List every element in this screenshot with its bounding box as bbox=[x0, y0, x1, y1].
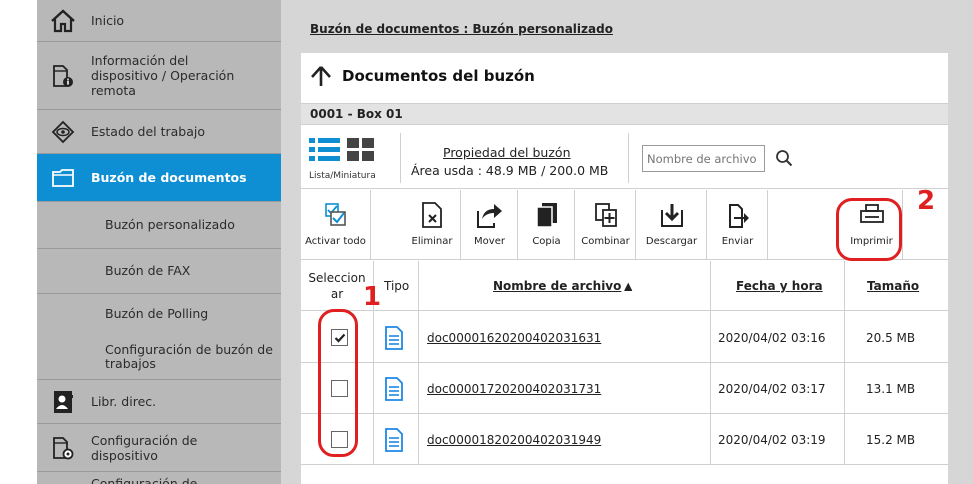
move-label: Mover bbox=[474, 236, 505, 247]
sidebar-subitem-label: Buzón de Polling bbox=[105, 306, 209, 321]
callout-number-1: 1 bbox=[363, 282, 382, 312]
name-column-header[interactable]: Nombre de archivo ▲ bbox=[493, 261, 653, 311]
select-all-button[interactable]: Activar todo bbox=[301, 190, 371, 260]
sidebar-item-device-info[interactable]: Información del dispositivo / Operación … bbox=[37, 42, 281, 110]
callout-number-2: 2 bbox=[917, 186, 936, 216]
document-file-icon bbox=[385, 414, 403, 465]
sidebar-item-label: Buzón de documentos bbox=[91, 170, 247, 185]
home-icon bbox=[50, 8, 76, 34]
device-info-icon bbox=[50, 63, 76, 89]
sidebar-item-device-settings[interactable]: Configuración de dispositivo bbox=[37, 424, 281, 472]
right-margin bbox=[948, 0, 973, 484]
sidebar: Inicio Información del dispositivo / Ope… bbox=[37, 0, 281, 484]
download-label: Descargar bbox=[645, 236, 698, 247]
list-view-icon[interactable] bbox=[307, 135, 377, 169]
view-toggle-label: Lista/Miniatura bbox=[309, 171, 376, 181]
table-row[interactable]: doc00001620200402031631 2020/04/02 03:16… bbox=[301, 312, 948, 363]
sidebar-item-label: Inicio bbox=[91, 13, 125, 28]
table-row[interactable]: doc00001720200402031731 2020/04/02 03:17… bbox=[301, 363, 948, 414]
content-gap bbox=[281, 0, 301, 484]
sidebar-subitem-label: Buzón personalizado bbox=[105, 217, 235, 232]
sidebar-item-home[interactable]: Inicio bbox=[37, 0, 281, 42]
copy-label: Copia bbox=[532, 236, 561, 247]
move-button[interactable]: Mover bbox=[462, 190, 518, 260]
view-toggle[interactable]: Lista/Miniatura bbox=[307, 135, 399, 183]
type-column-header: Tipo bbox=[384, 279, 410, 293]
delete-button[interactable]: Eliminar bbox=[404, 190, 461, 260]
document-file-icon bbox=[385, 363, 403, 414]
checkbox-callout-highlight bbox=[318, 309, 358, 457]
name-column-label: Nombre de archivo bbox=[493, 279, 622, 293]
device-settings-icon bbox=[50, 435, 76, 461]
file-name-link[interactable]: doc00001820200402031949 bbox=[427, 414, 601, 465]
search-icon[interactable] bbox=[773, 147, 795, 169]
select-all-label: Activar todo bbox=[305, 236, 366, 247]
box-info-row: Lista/Miniatura Propiedad del buzón Área… bbox=[301, 125, 948, 189]
page-title: Documentos del buzón bbox=[342, 67, 535, 85]
size-column-header[interactable]: Tamaño bbox=[867, 261, 927, 311]
move-icon bbox=[475, 200, 505, 230]
merge-button[interactable]: Combinar bbox=[576, 190, 636, 260]
copy-button[interactable]: Copia bbox=[519, 190, 575, 260]
divider bbox=[400, 133, 401, 183]
send-icon bbox=[723, 200, 753, 230]
breadcrumb[interactable]: Buzón de documentos : Buzón personalizad… bbox=[310, 22, 613, 36]
sidebar-item-job-status[interactable]: Estado del trabajo bbox=[37, 110, 281, 154]
box-name-bar: 0001 - Box 01 bbox=[301, 103, 948, 125]
area-used-text: Área usda : 48.9 MB / 200.0 MB bbox=[411, 163, 609, 178]
sidebar-item-label: Libr. direc. bbox=[91, 394, 157, 409]
search-input[interactable] bbox=[642, 145, 765, 172]
date-column-header[interactable]: Fecha y hora bbox=[736, 261, 826, 311]
file-name-link[interactable]: doc00001720200402031731 bbox=[427, 363, 601, 414]
sidebar-subitem-label: Buzón de FAX bbox=[105, 263, 191, 278]
sidebar-subitem-fax-box[interactable]: Buzón de FAX bbox=[37, 249, 281, 294]
copy-icon bbox=[532, 200, 562, 230]
delete-icon bbox=[417, 200, 447, 230]
file-date: 2020/04/02 03:19 bbox=[718, 432, 826, 447]
file-name-link[interactable]: doc00001620200402031631 bbox=[427, 312, 601, 363]
panel-header: Documentos del buzón bbox=[301, 53, 948, 99]
sort-ascending-icon: ▲ bbox=[624, 280, 633, 292]
select-column-header: Seleccion ar bbox=[308, 271, 366, 301]
file-date: 2020/04/02 03:16 bbox=[718, 330, 826, 345]
merge-label: Combinar bbox=[581, 236, 630, 247]
divider bbox=[628, 133, 629, 183]
box-property-link[interactable]: Propiedad del buzón bbox=[443, 145, 571, 160]
delete-label: Eliminar bbox=[411, 236, 453, 247]
file-size: 13.1 MB bbox=[866, 381, 916, 396]
download-button[interactable]: Descargar bbox=[637, 190, 707, 260]
sidebar-item-label: Configuración de bbox=[91, 476, 198, 484]
sidebar-item-label: Configuración de dispositivo bbox=[91, 432, 198, 463]
left-margin bbox=[0, 0, 37, 484]
sidebar-subitem-custom-box[interactable]: Buzón personalizado bbox=[37, 202, 281, 249]
sidebar-subitem-polling-box[interactable]: Buzón de Polling bbox=[37, 294, 281, 334]
sidebar-item-label: Estado del trabajo bbox=[91, 124, 206, 139]
main-content: Buzón de documentos : Buzón personalizad… bbox=[301, 0, 948, 484]
document-file-icon bbox=[385, 312, 403, 363]
sidebar-item-document-box[interactable]: Buzón de documentos bbox=[37, 154, 281, 202]
select-all-icon bbox=[321, 200, 351, 230]
document-box-panel: Documentos del buzón 0001 - Box 01 Lista… bbox=[301, 53, 948, 484]
file-size: 20.5 MB bbox=[866, 330, 916, 345]
table-header: Seleccion ar Tipo Nombre de archivo ▲ Fe… bbox=[301, 261, 948, 311]
table-row[interactable]: doc00001820200402031949 2020/04/02 03:19… bbox=[301, 414, 948, 465]
print-callout-highlight bbox=[836, 198, 902, 261]
eye-icon bbox=[50, 119, 76, 145]
sidebar-item-address-book[interactable]: Libr. direc. bbox=[37, 380, 281, 424]
download-icon bbox=[657, 200, 687, 230]
send-label: Enviar bbox=[721, 236, 754, 247]
file-date: 2020/04/02 03:17 bbox=[718, 381, 826, 396]
sidebar-item-settings[interactable]: Configuración de bbox=[37, 472, 281, 484]
settings-icon bbox=[50, 480, 76, 484]
address-book-icon bbox=[50, 389, 76, 415]
folder-icon bbox=[50, 165, 76, 191]
file-size: 15.2 MB bbox=[866, 432, 916, 447]
merge-icon bbox=[591, 200, 621, 230]
send-button[interactable]: Enviar bbox=[708, 190, 768, 260]
sidebar-subitem-label: Configuración de buzón de trabajos bbox=[105, 341, 273, 371]
sidebar-item-label: Información del dispositivo / Operación … bbox=[91, 53, 235, 98]
sidebar-subitem-job-box-config[interactable]: Configuración de buzón de trabajos bbox=[37, 334, 281, 380]
arrow-up-icon[interactable] bbox=[308, 63, 334, 89]
